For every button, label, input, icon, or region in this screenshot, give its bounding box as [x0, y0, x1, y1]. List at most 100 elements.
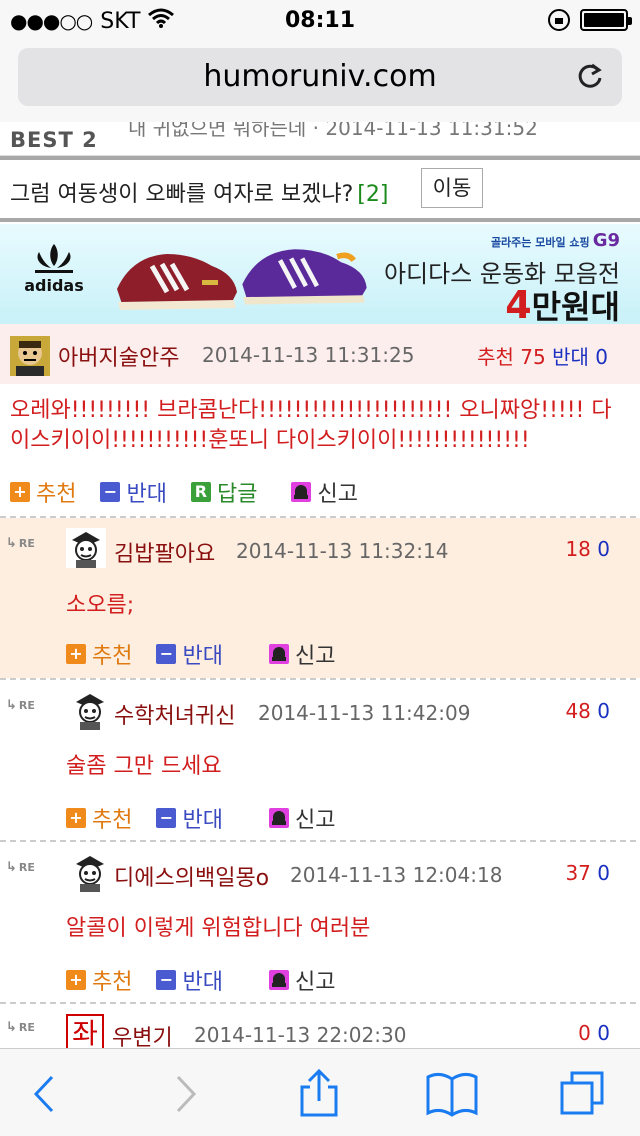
up-count: 48 — [565, 699, 591, 723]
plus-icon: + — [10, 482, 30, 502]
minus-icon: − — [100, 482, 121, 502]
down-count: 0 — [595, 345, 608, 369]
comment-text: 소오름; — [66, 593, 135, 618]
ad-sponsor: 골라주는 모바일 쇼핑 G9 — [491, 230, 620, 251]
clock: 08:11 — [284, 8, 356, 33]
ad-price-number: 4 — [505, 283, 532, 324]
comment-date: 2014-11-13 11:42:09 — [258, 701, 471, 725]
post-title-row: 그럼 여동생이 오빠를 여자로 보겠냐? [2] 이동 — [0, 162, 640, 216]
comment-date: 2014-11-13 11:31:25 — [202, 343, 415, 367]
oppose-button[interactable]: − 반대 — [156, 638, 223, 670]
comment-actions: + 추천 − 반대 R 답글 신고 — [10, 476, 382, 508]
comment-author[interactable]: 우변기 — [112, 1020, 173, 1048]
oppose-button[interactable]: − 반대 — [100, 476, 167, 508]
url-field[interactable]: humoruniv.com — [18, 48, 622, 106]
comment-actions: + 추천 − 반대 신고 — [66, 802, 359, 834]
oppose-label: 반대 — [182, 644, 223, 669]
bookmarks-icon[interactable] — [424, 1069, 480, 1119]
comment-author[interactable]: 아버지술안주 — [58, 340, 179, 372]
comment-date: 2014-11-13 22:02:30 — [194, 1023, 407, 1047]
browser-address-area: humoruniv.com — [0, 40, 640, 122]
recommend-label: 추천 — [36, 482, 77, 507]
minus-icon: − — [156, 808, 177, 828]
avatar — [70, 852, 110, 892]
ad-banner[interactable]: adidas 골라주는 모바일 쇼핑 G9 아디다스 운동화 모음전 4만원대 — [0, 224, 640, 324]
share-icon[interactable] — [294, 1069, 344, 1119]
reply-indicator: ↳ RE — [6, 1020, 35, 1035]
plus-icon: + — [66, 808, 86, 828]
reply-item: ↳ RE 디에스의백일몽o 2014-11-13 12:04:18 37 0 알콜… — [0, 842, 640, 1002]
comment-author[interactable]: 김밥팔아요 — [114, 536, 215, 568]
recommend-label: 추천 — [92, 808, 133, 833]
g9-logo: G9 — [592, 230, 620, 251]
comment-date: 2014-11-13 11:32:14 — [236, 539, 449, 563]
comment-actions: + 추천 − 반대 신고 — [66, 964, 359, 996]
ad-price: 4만원대 — [505, 282, 620, 324]
move-button[interactable]: 이동 — [421, 168, 483, 208]
ad-price-unit: 만원대 — [531, 288, 620, 324]
reload-icon[interactable] — [576, 62, 604, 90]
minus-icon: − — [156, 970, 177, 990]
report-button[interactable]: 신고 — [291, 476, 358, 508]
down-count: 0 — [597, 699, 610, 723]
comment-scores: 18 0 — [565, 537, 610, 561]
oppose-button[interactable]: − 반대 — [156, 964, 223, 996]
url-text: humoruniv.com — [203, 59, 437, 94]
post-title-text: 그럼 여동생이 오빠를 여자로 보겠냐? — [10, 182, 354, 207]
comment-item: 아버지술안주 2014-11-13 11:31:25 추천 75 반대 0 오레… — [0, 324, 640, 518]
back-icon[interactable] — [20, 1069, 70, 1119]
divider — [0, 156, 640, 160]
best-bar: BEST 2 내 귀없으면 뭐하는데 · 2014-11-13 11:31:52 — [0, 122, 640, 156]
siren-icon — [291, 482, 312, 502]
reply-item: ↳ RE 수학처녀귀신 2014-11-13 11:42:09 48 0 술좀 그… — [0, 680, 640, 840]
orientation-lock-icon — [548, 9, 570, 31]
comment-scores: 48 0 — [565, 699, 610, 723]
reply-indicator: ↳ RE — [6, 536, 35, 551]
best-ticker-text[interactable]: 내 귀없으면 뭐하는데 · 2014-11-13 11:31:52 — [128, 122, 538, 141]
down-count: 0 — [597, 1021, 610, 1045]
down-label: 반대 — [552, 345, 589, 369]
plus-icon: + — [66, 970, 86, 990]
siren-icon — [268, 970, 289, 990]
oppose-label: 반대 — [126, 482, 167, 507]
up-count: 75 — [520, 345, 546, 369]
recommend-button[interactable]: + 추천 — [66, 802, 132, 834]
forward-icon[interactable] — [160, 1069, 210, 1119]
reply-indicator: ↳ RE — [6, 860, 35, 875]
ad-sponsor-text: 골라주는 모바일 쇼핑 — [490, 236, 590, 249]
comment-author[interactable]: 수학처녀귀신 — [114, 698, 235, 730]
comment-author[interactable]: 디에스의백일몽o — [114, 860, 269, 892]
report-button[interactable]: 신고 — [268, 964, 335, 996]
ad-brand: adidas — [24, 276, 84, 295]
reply-label: 답글 — [216, 482, 258, 507]
comment-scores: 추천 75 반대 0 — [477, 341, 608, 370]
report-button[interactable]: 신고 — [268, 638, 335, 670]
plus-icon: + — [66, 644, 86, 664]
post-title: 그럼 여동생이 오빠를 여자로 보겠냐? [2] — [10, 176, 388, 208]
recommend-button[interactable]: + 추천 — [66, 964, 132, 996]
comment-actions: + 추천 − 반대 신고 — [66, 638, 359, 670]
reply-count: [2] — [357, 182, 389, 207]
up-label: 추천 — [477, 345, 514, 369]
reply-indicator: ↳ RE — [6, 698, 35, 713]
down-count: 0 — [597, 861, 610, 885]
minus-icon: − — [156, 644, 177, 664]
down-count: 0 — [597, 537, 610, 561]
reply-button[interactable]: R 답글 — [190, 476, 258, 508]
up-count: 37 — [565, 861, 591, 885]
reply-r-icon: R — [190, 482, 211, 502]
battery-icon — [580, 9, 632, 31]
oppose-button[interactable]: − 반대 — [156, 802, 223, 834]
browser-toolbar — [0, 1048, 640, 1136]
comment-scores: 37 0 — [565, 861, 610, 885]
up-count: 18 — [565, 537, 591, 561]
comment-scores: 0 0 — [578, 1021, 610, 1045]
tabs-icon[interactable] — [558, 1069, 608, 1119]
recommend-button[interactable]: + 추천 — [10, 476, 76, 508]
divider — [0, 218, 640, 222]
up-count: 0 — [578, 1021, 591, 1045]
red-shoe-image — [117, 254, 237, 310]
recommend-button[interactable]: + 추천 — [66, 638, 132, 670]
oppose-label: 반대 — [182, 970, 223, 995]
report-button[interactable]: 신고 — [268, 802, 335, 834]
